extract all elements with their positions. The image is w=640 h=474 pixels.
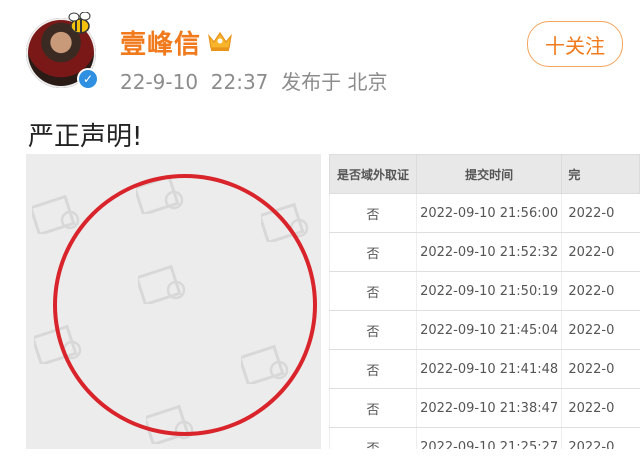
cell-submit-time: 2022-09-10 21:50:19 <box>415 271 562 311</box>
cell-submit-time: 2022-09-10 21:52:32 <box>415 232 562 272</box>
table-row: 否 2022-09-10 21:50:19 2022-0 <box>329 271 640 311</box>
post-timestamp: 22-9-10 22:37 <box>120 70 269 94</box>
cell-submit-time: 2022-09-10 21:41:48 <box>415 349 562 389</box>
post-image-left[interactable] <box>26 154 321 449</box>
cell-overseas: 否 <box>329 388 417 428</box>
table-row: 否 2022-09-10 21:52:32 2022-0 <box>329 232 640 272</box>
cell-submit-time: 2022-09-10 21:38:47 <box>415 388 562 428</box>
post-image-right[interactable]: 是否域外取证 提交时间 完 否 2022-09-10 21:56:00 2022… <box>329 154 640 449</box>
table-row: 否 2022-09-10 21:56:00 2022-0 <box>329 193 640 233</box>
verified-icon: ✓ <box>77 68 99 90</box>
post-meta: 22-9-10 22:37 发布于 北京 <box>120 66 388 95</box>
cell-finish: 2022-0 <box>561 193 640 233</box>
cell-finish: 2022-0 <box>561 427 640 449</box>
column-header-overseas: 是否域外取证 <box>329 154 417 194</box>
table-row: 否 2022-09-10 21:41:48 2022-0 <box>329 349 640 389</box>
post-text: 严正声明! <box>28 122 143 152</box>
location-prefix: 发布于 <box>281 70 342 94</box>
red-circle-annotation <box>53 174 317 436</box>
cell-finish: 2022-0 <box>561 310 640 350</box>
cell-overseas: 否 <box>329 427 417 449</box>
cell-finish: 2022-0 <box>561 349 640 389</box>
cell-finish: 2022-0 <box>561 232 640 272</box>
cell-finish: 2022-0 <box>561 388 640 428</box>
cell-finish: 2022-0 <box>561 271 640 311</box>
bee-decoration-icon <box>68 12 91 34</box>
cell-overseas: 否 <box>329 310 417 350</box>
username[interactable]: 壹峰信 <box>120 24 201 61</box>
cell-overseas: 否 <box>329 271 417 311</box>
column-header-finish: 完 <box>561 154 640 194</box>
table-row: 否 2022-09-10 21:38:47 2022-0 <box>329 388 640 428</box>
crown-icon[interactable] <box>206 28 234 52</box>
table-row: 否 2022-09-10 21:45:04 2022-0 <box>329 310 640 350</box>
cell-submit-time: 2022-09-10 21:45:04 <box>415 310 562 350</box>
cell-submit-time: 2022-09-10 21:56:00 <box>415 193 562 233</box>
table-header-row: 是否域外取证 提交时间 完 <box>329 154 640 194</box>
follow-button[interactable]: 十关注 <box>527 21 623 67</box>
cell-overseas: 否 <box>329 232 417 272</box>
column-header-submit-time: 提交时间 <box>415 154 563 194</box>
cell-overseas: 否 <box>329 193 417 233</box>
image-placeholder-icon <box>32 194 80 234</box>
post-location: 北京 <box>347 70 388 94</box>
cell-overseas: 否 <box>329 349 417 389</box>
table-row: 否 2022-09-10 21:25:27 2022-0 <box>329 427 640 449</box>
record-table: 是否域外取证 提交时间 完 否 2022-09-10 21:56:00 2022… <box>329 154 640 449</box>
cell-submit-time: 2022-09-10 21:25:27 <box>415 427 562 449</box>
